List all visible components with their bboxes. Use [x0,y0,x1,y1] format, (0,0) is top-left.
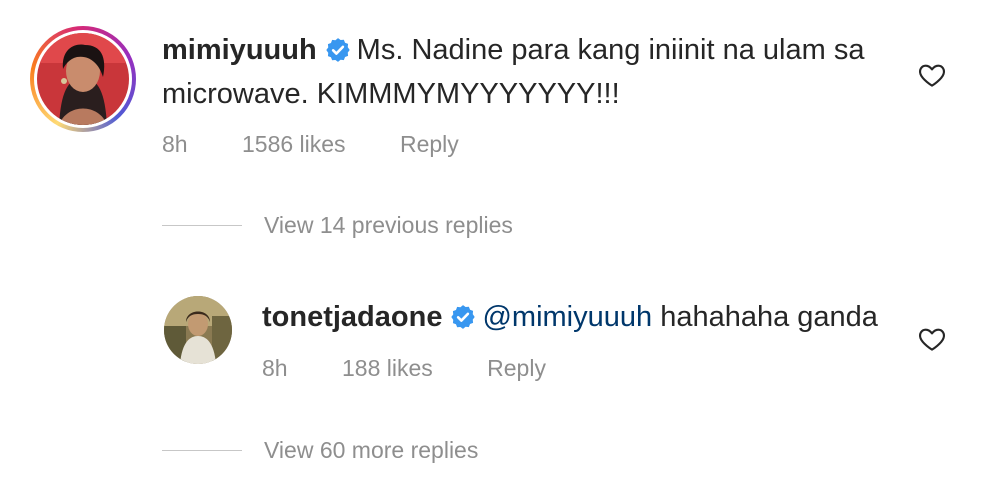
verified-badge-icon [451,305,476,329]
avatar-story-ring[interactable] [30,26,136,132]
reply-time: 8h [262,355,288,381]
reply-username[interactable]: tonetjadaone [262,301,442,333]
reply-meta: 8h 188 likes Reply [262,353,594,383]
comment-time: 8h [162,131,188,157]
avatar [37,33,129,125]
avatar[interactable] [164,296,232,364]
divider-line [162,450,242,451]
reply-mention-link[interactable]: @mimiyuuuh [482,301,652,333]
divider-line [162,225,242,226]
heart-outline-icon[interactable] [917,60,947,90]
comment-meta: 8h 1586 likes Reply [162,129,507,159]
reply-text: hahahaha ganda [660,301,878,333]
comment-text-line2: microwave. KIMMMYMYYYYYYY!!! [162,78,620,110]
reply-likes[interactable]: 188 likes [342,355,433,381]
view-more-replies-label: View 60 more replies [264,437,479,463]
comment-text-line1: Ms. Nadine para kang iniinit na ulam sa [356,34,865,66]
comment-likes[interactable]: 1586 likes [242,131,346,157]
comment-reply-button[interactable]: Reply [400,131,459,157]
heart-outline-icon[interactable] [917,324,947,354]
view-more-replies-button[interactable]: View 60 more replies [162,437,478,464]
comment-username[interactable]: mimiyuuuh [162,34,317,66]
verified-badge-icon [325,38,350,62]
reply-reply-button[interactable]: Reply [487,355,546,381]
view-previous-replies-label: View 14 previous replies [264,212,513,238]
view-previous-replies-button[interactable]: View 14 previous replies [162,212,513,239]
